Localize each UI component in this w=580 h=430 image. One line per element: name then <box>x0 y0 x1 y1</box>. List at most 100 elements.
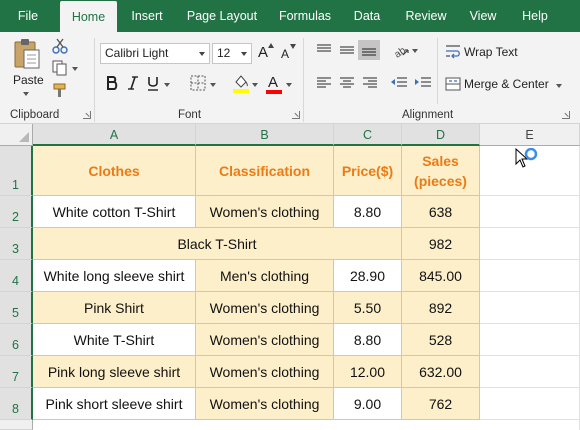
copy-dropdown-arrow[interactable] <box>72 67 78 71</box>
cell-c7[interactable]: 12.00 <box>334 356 402 388</box>
font-color-button[interactable]: A <box>268 74 278 91</box>
cell-d2[interactable]: 638 <box>402 196 480 228</box>
merge-center-button[interactable]: Merge & Center <box>464 77 549 91</box>
top-align-icon[interactable] <box>316 43 332 57</box>
increase-font-size-button[interactable]: A <box>258 44 268 61</box>
borders-dropdown-arrow[interactable] <box>210 83 216 87</box>
format-painter-icon[interactable] <box>52 82 68 98</box>
cell-a7[interactable]: Pink long sleeve shirt <box>33 356 196 388</box>
cell-a1[interactable]: Clothes <box>33 146 196 196</box>
cell-b7[interactable]: Women's clothing <box>196 356 334 388</box>
copy-icon[interactable] <box>52 60 68 76</box>
cell-d5[interactable]: 892 <box>402 292 480 324</box>
column-header-d[interactable]: D <box>402 124 480 146</box>
italic-icon[interactable] <box>127 75 139 91</box>
font-dialog-launcher[interactable] <box>292 111 300 119</box>
worksheet[interactable]: A B C D E 1 2 3 4 5 6 7 8 Clothes Classi… <box>0 124 580 430</box>
row-header-2[interactable]: 2 <box>0 196 33 228</box>
row-header-6[interactable]: 6 <box>0 324 33 356</box>
merge-center-icon[interactable] <box>445 76 461 92</box>
increase-indent-icon[interactable] <box>414 76 432 90</box>
row-header-4[interactable]: 4 <box>0 260 33 292</box>
wrap-text-icon[interactable] <box>445 43 461 59</box>
bottom-align-button[interactable] <box>358 40 380 60</box>
cell-a5[interactable]: Pink Shirt <box>33 292 196 324</box>
cell-d7[interactable]: 632.00 <box>402 356 480 388</box>
tab-page-layout[interactable]: Page Layout <box>180 0 264 32</box>
wrap-text-button[interactable]: Wrap Text <box>464 45 518 59</box>
row-header-3[interactable]: 3 <box>0 228 33 260</box>
cell-a6[interactable]: White T-Shirt <box>33 324 196 356</box>
row-9-cells[interactable] <box>33 420 580 430</box>
cell-a4[interactable]: White long sleeve shirt <box>33 260 196 292</box>
cell-c2[interactable]: 8.80 <box>334 196 402 228</box>
cell-b5[interactable]: Women's clothing <box>196 292 334 324</box>
cell-c1[interactable]: Price($) <box>334 146 402 196</box>
tab-home[interactable]: Home <box>60 1 117 32</box>
tab-insert[interactable]: Insert <box>123 0 171 32</box>
row-header-8[interactable]: 8 <box>0 388 33 420</box>
cell-e3[interactable] <box>480 228 580 260</box>
cell-e4[interactable] <box>480 260 580 292</box>
tab-review[interactable]: Review <box>397 0 455 32</box>
cell-c6[interactable]: 8.80 <box>334 324 402 356</box>
cell-b6[interactable]: Women's clothing <box>196 324 334 356</box>
borders-icon[interactable] <box>190 75 206 91</box>
decrease-indent-icon[interactable] <box>390 76 408 90</box>
cell-e6[interactable] <box>480 324 580 356</box>
align-left-icon[interactable] <box>316 76 332 90</box>
cell-e8[interactable] <box>480 388 580 420</box>
row-header-7[interactable]: 7 <box>0 356 33 388</box>
cell-e2[interactable] <box>480 196 580 228</box>
column-header-c[interactable]: C <box>334 124 402 146</box>
paste-button-label[interactable]: Paste <box>13 73 44 87</box>
cell-b2[interactable]: Women's clothing <box>196 196 334 228</box>
orientation-icon[interactable]: ab <box>392 42 410 58</box>
cell-d4[interactable]: 845.00 <box>402 260 480 292</box>
cell-d1[interactable]: Sales (pieces) <box>402 146 480 196</box>
cell-e5[interactable] <box>480 292 580 324</box>
column-header-b[interactable]: B <box>196 124 334 146</box>
cell-d8[interactable]: 762 <box>402 388 480 420</box>
column-header-a[interactable]: A <box>33 124 196 146</box>
row-header-9[interactable] <box>0 420 33 430</box>
orientation-dropdown-arrow[interactable] <box>412 49 418 53</box>
fill-color-dropdown-arrow[interactable] <box>252 83 258 87</box>
underline-icon[interactable] <box>146 75 160 91</box>
cell-d3[interactable]: 982 <box>402 228 480 260</box>
row-header-5[interactable]: 5 <box>0 292 33 324</box>
cell-d6[interactable]: 528 <box>402 324 480 356</box>
cell-a8[interactable]: Pink short sleeve shirt <box>33 388 196 420</box>
middle-align-icon[interactable] <box>339 43 355 57</box>
column-header-e[interactable]: E <box>480 124 580 146</box>
underline-dropdown-arrow[interactable] <box>164 83 170 87</box>
cell-b1[interactable]: Classification <box>196 146 334 196</box>
tab-view[interactable]: View <box>462 0 504 32</box>
cell-a2[interactable]: White cotton T-Shirt <box>33 196 196 228</box>
align-right-icon[interactable] <box>362 76 378 90</box>
font-color-dropdown-arrow[interactable] <box>286 83 292 87</box>
align-center-icon[interactable] <box>339 76 355 90</box>
cell-b4[interactable]: Men's clothing <box>196 260 334 292</box>
cut-icon[interactable] <box>52 38 68 54</box>
alignment-dialog-launcher[interactable] <box>562 111 570 119</box>
row-header-1[interactable]: 1 <box>0 146 33 196</box>
cell-a3-merged[interactable]: Black T-Shirt <box>33 228 402 260</box>
cell-e7[interactable] <box>480 356 580 388</box>
bold-icon[interactable] <box>105 75 119 91</box>
tab-file[interactable]: File <box>8 0 48 32</box>
clipboard-dialog-launcher[interactable] <box>83 111 91 119</box>
fill-color-icon[interactable] <box>232 73 250 93</box>
cell-b8[interactable]: Women's clothing <box>196 388 334 420</box>
tab-data[interactable]: Data <box>346 0 388 32</box>
paste-dropdown-arrow[interactable] <box>23 92 29 96</box>
cell-c8[interactable]: 9.00 <box>334 388 402 420</box>
cell-c5[interactable]: 5.50 <box>334 292 402 324</box>
cell-c4[interactable]: 28.90 <box>334 260 402 292</box>
paste-icon[interactable] <box>12 38 42 70</box>
font-size-dropdown[interactable]: 12 <box>212 43 252 64</box>
tab-help[interactable]: Help <box>514 0 556 32</box>
decrease-font-size-button[interactable]: A <box>281 47 289 61</box>
tab-formulas[interactable]: Formulas <box>272 0 338 32</box>
merge-center-dropdown-arrow[interactable] <box>556 84 562 88</box>
